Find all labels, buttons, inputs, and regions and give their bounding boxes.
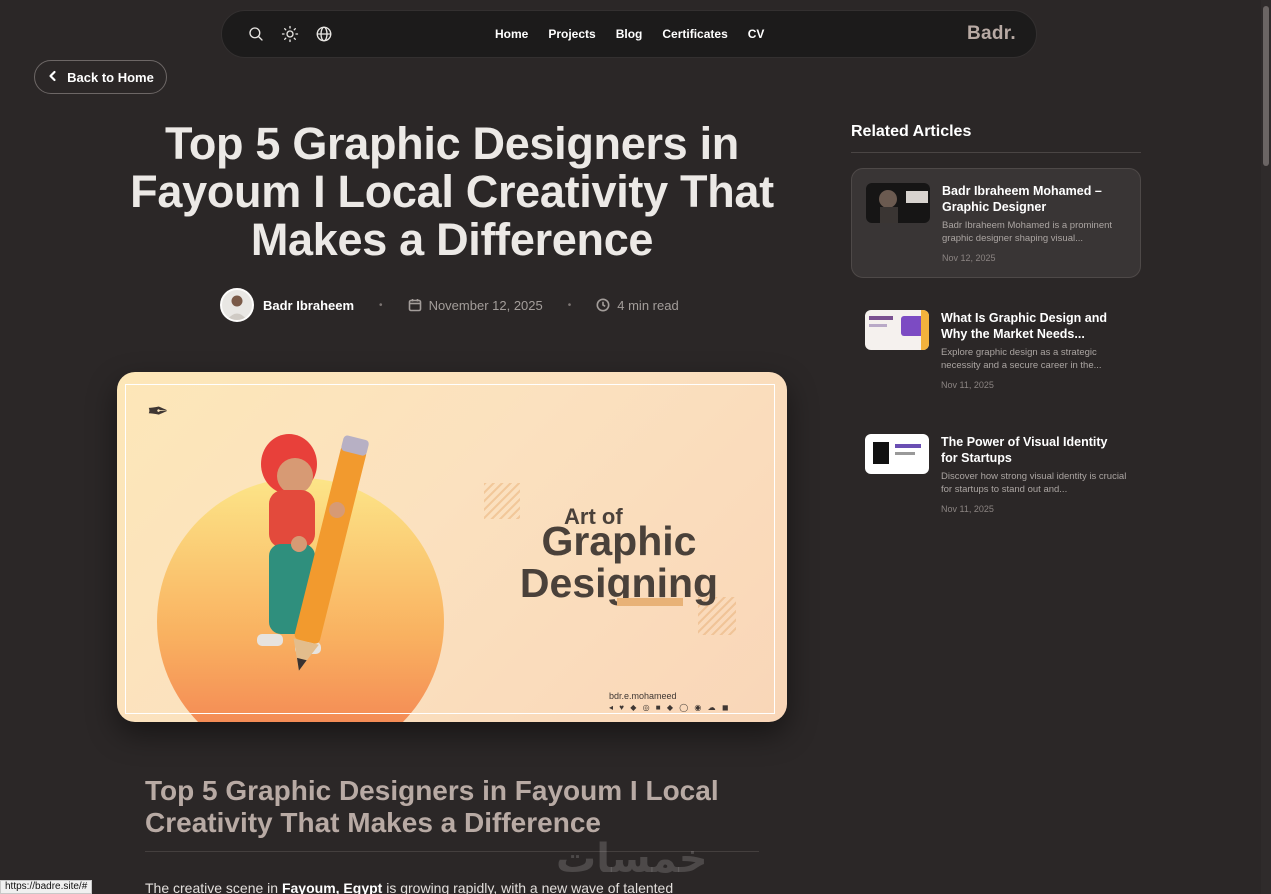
related-articles-title: Related Articles (851, 123, 972, 140)
globe-icon[interactable] (314, 24, 334, 44)
card-body: The Power of Visual Identity for Startup… (941, 434, 1127, 514)
article-heading: Top 5 Graphic Designers in Fayoum I Loca… (145, 775, 719, 838)
card-body: What Is Graphic Design and Why the Marke… (941, 310, 1127, 390)
page-scrollbar[interactable] (1261, 0, 1271, 894)
card-date: Nov 12, 2025 (942, 253, 996, 263)
article-thumbnail (866, 183, 930, 223)
paragraph-text: The creative scene in (145, 880, 282, 894)
article-thumbnail (865, 310, 929, 350)
article-title: Top 5 Graphic Designers in Fayoum I Loca… (130, 118, 774, 265)
card-body: Badr Ibraheem Mohamed – Graphic Designer… (942, 183, 1128, 263)
scrollbar-thumb[interactable] (1263, 6, 1269, 166)
paragraph-text: is growing rapidly, with a new wave of t… (382, 880, 674, 894)
nav-icon-group (246, 24, 334, 44)
author-name[interactable]: Badr Ibraheem (263, 298, 354, 313)
nav-link-cv[interactable]: CV (748, 27, 765, 41)
hero-image: ✒ Art of Graphic Designing bdr.e.mohamee… (117, 372, 787, 722)
sun-icon[interactable] (280, 24, 300, 44)
back-button-label: Back to Home (67, 69, 154, 85)
clock-icon (596, 298, 610, 312)
card-title: Badr Ibraheem Mohamed – Graphic Designer (942, 184, 1102, 214)
card-excerpt: Badr Ibraheem Mohamed is a prominent gra… (942, 220, 1113, 244)
read-time: 4 min read (617, 297, 679, 313)
meta-separator: • (567, 299, 572, 311)
author-avatar (220, 288, 254, 322)
nav-link-projects[interactable]: Projects (548, 27, 595, 41)
related-article-card[interactable]: Badr Ibraheem Mohamed – Graphic Designer… (851, 168, 1141, 278)
card-title: The Power of Visual Identity for Startup… (941, 435, 1108, 465)
article-meta: Badr Ibraheem • November 12, 2025 • 4 mi… (220, 288, 700, 322)
card-title: What Is Graphic Design and Why the Marke… (941, 311, 1107, 341)
calendar-icon (408, 298, 422, 312)
back-to-home-button[interactable]: Back to Home (34, 60, 167, 94)
card-date: Nov 11, 2025 (941, 380, 994, 390)
paragraph-bold: Fayoum, Egypt (281, 880, 383, 894)
card-excerpt: Discover how strong visual identity is c… (941, 471, 1127, 495)
card-date: Nov 11, 2025 (941, 504, 994, 514)
article-thumbnail (865, 434, 929, 474)
divider (851, 152, 1141, 153)
related-article-card[interactable]: The Power of Visual Identity for Startup… (851, 420, 1141, 530)
search-icon[interactable] (246, 24, 266, 44)
chevron-left-icon (47, 70, 59, 85)
watermark: خمسات (556, 837, 708, 881)
nav-link-home[interactable]: Home (495, 27, 528, 41)
publish-date: November 12, 2025 (428, 297, 543, 313)
related-article-card[interactable]: What Is Graphic Design and Why the Marke… (851, 296, 1141, 406)
card-excerpt: Explore graphic design as a strategic ne… (941, 347, 1102, 371)
nav-link-blog[interactable]: Blog (616, 27, 643, 41)
nav-links: Home Projects Blog Certificates CV (495, 27, 784, 41)
hero-frame (125, 384, 775, 714)
brand-logo[interactable]: Badr. (967, 23, 1016, 45)
top-navbar: Home Projects Blog Certificates CV Badr. (221, 10, 1037, 58)
nav-link-certificates[interactable]: Certificates (662, 27, 727, 41)
article-paragraph: The creative scene in Fayoum, Egypt is g… (145, 880, 760, 894)
meta-separator: • (379, 299, 383, 311)
status-bar-url: https://badre.site/# (0, 880, 93, 894)
